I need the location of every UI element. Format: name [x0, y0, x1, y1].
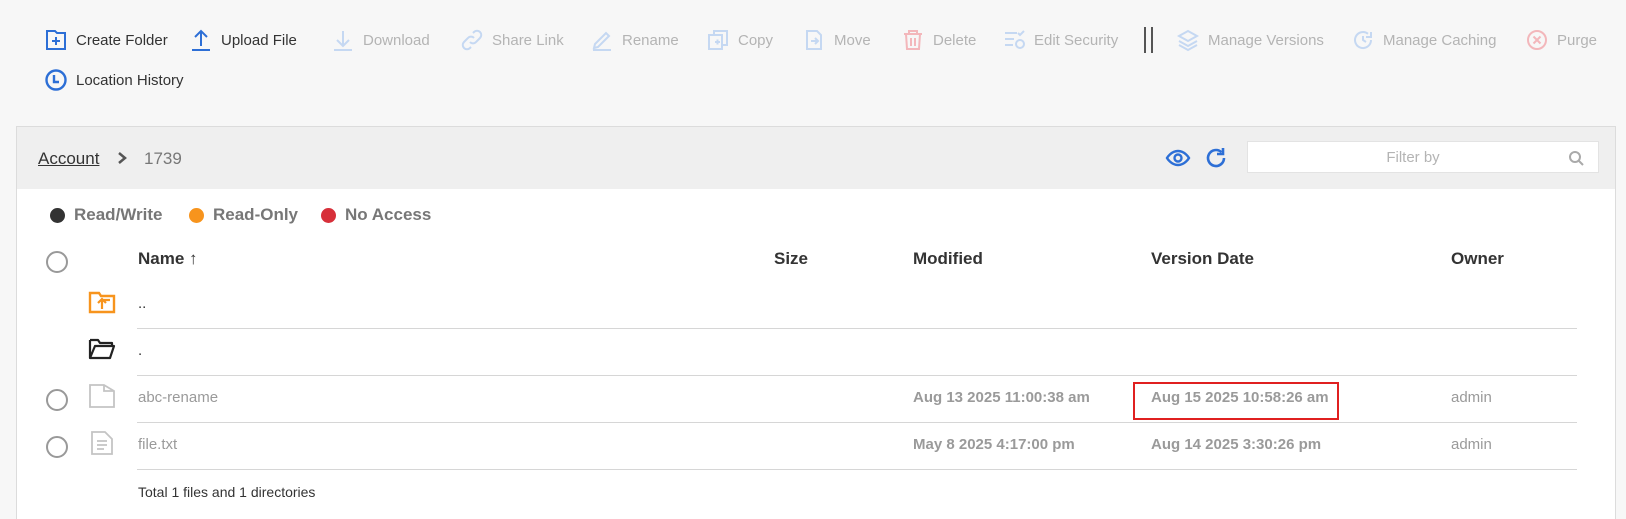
download-icon: [334, 31, 352, 51]
trash-icon: [904, 30, 922, 50]
filter-box: [1247, 141, 1599, 173]
breadcrumb-account-link[interactable]: Account: [38, 149, 99, 169]
edit-security-button[interactable]: Edit Security: [1002, 27, 1118, 53]
create-folder-icon: [46, 30, 66, 50]
no-access-label: No Access: [345, 205, 432, 224]
copy-icon: [708, 30, 728, 50]
rename-label: Rename: [622, 31, 679, 49]
edit-security-label: Edit Security: [1034, 31, 1119, 49]
folder-up-icon: [88, 291, 116, 314]
row-select-radio[interactable]: [46, 389, 68, 411]
toolbar: Create Folder Upload File Download Share…: [0, 0, 1626, 122]
column-header-size[interactable]: Size: [774, 249, 808, 269]
file-icon: [89, 384, 115, 408]
owner: admin: [1451, 436, 1492, 453]
text-file-icon: [91, 431, 113, 455]
toolbar-separator: [1144, 27, 1153, 53]
legend-read-write: Read/Write: [50, 205, 163, 225]
read-write-label: Read/Write: [74, 205, 163, 224]
modified-date: Aug 13 2025 11:00:38 am: [913, 389, 1090, 406]
column-header-name[interactable]: Name ↑: [138, 249, 198, 269]
create-folder-label: Create Folder: [76, 31, 168, 49]
upload-file-label: Upload File: [221, 31, 297, 49]
clock-icon: [45, 69, 67, 91]
refresh-icon[interactable]: [1203, 145, 1229, 171]
filter-input[interactable]: [1268, 142, 1558, 172]
version-date-highlight-box: [1133, 382, 1339, 420]
search-icon[interactable]: [1568, 150, 1584, 166]
select-all-radio[interactable]: [46, 251, 68, 273]
create-folder-button[interactable]: Create Folder: [44, 27, 168, 53]
rename-button[interactable]: Rename: [590, 27, 679, 53]
legend-read-only: Read-Only: [189, 205, 298, 225]
row-divider: [137, 469, 1577, 470]
chevron-right-icon: [118, 152, 127, 164]
read-write-dot: [50, 207, 65, 223]
delete-button[interactable]: Delete: [901, 27, 976, 53]
move-label: Move: [834, 31, 871, 49]
row-divider: [137, 375, 1577, 376]
share-link-button[interactable]: Share Link: [460, 27, 564, 53]
upload-file-button[interactable]: Upload File: [189, 27, 297, 53]
link-icon: [461, 29, 483, 51]
move-icon: [806, 30, 822, 50]
download-button[interactable]: Download: [331, 27, 430, 53]
location-history-label: Location History: [76, 71, 184, 89]
purge-button[interactable]: Purge: [1525, 27, 1597, 53]
move-button[interactable]: Move: [802, 27, 871, 53]
owner: admin: [1451, 389, 1492, 406]
file-name[interactable]: abc-rename: [138, 389, 218, 406]
file-name[interactable]: file.txt: [138, 436, 177, 453]
folder-open-icon: [88, 338, 116, 360]
row-select-radio[interactable]: [46, 436, 68, 458]
file-browser-panel: Account 1739 Read/Write Read-Only No Acc…: [16, 126, 1616, 519]
purge-icon: [1527, 30, 1547, 50]
manage-caching-label: Manage Caching: [1383, 31, 1497, 49]
upload-icon: [192, 29, 210, 51]
layers-icon: [1176, 29, 1200, 52]
no-access-dot: [321, 207, 336, 223]
share-link-label: Share Link: [492, 31, 564, 49]
column-header-modified[interactable]: Modified: [913, 249, 983, 269]
file-name[interactable]: ..: [138, 295, 146, 312]
row-divider: [137, 422, 1577, 423]
copy-label: Copy: [738, 31, 774, 49]
copy-button[interactable]: Copy: [706, 27, 773, 53]
read-only-label: Read-Only: [213, 205, 299, 224]
read-only-dot: [189, 207, 204, 223]
manage-caching-button[interactable]: Manage Caching: [1351, 27, 1496, 53]
modified-date: May 8 2025 4:17:00 pm: [913, 436, 1075, 453]
cache-icon: [1354, 31, 1373, 49]
row-divider: [137, 328, 1577, 329]
location-history-button[interactable]: Location History: [44, 67, 184, 93]
delete-label: Delete: [933, 31, 977, 49]
name-header-label: Name: [138, 249, 185, 268]
column-header-owner[interactable]: Owner: [1451, 249, 1504, 269]
manage-versions-label: Manage Versions: [1208, 31, 1324, 49]
file-name[interactable]: .: [138, 342, 142, 359]
download-label: Download: [363, 31, 430, 49]
breadcrumb: Account 1739: [17, 127, 1615, 189]
legend-no-access: No Access: [321, 205, 431, 225]
purge-label: Purge: [1557, 31, 1598, 49]
total-summary: Total 1 files and 1 directories: [138, 484, 316, 500]
breadcrumb-current: 1739: [144, 149, 182, 168]
security-icon: [1005, 30, 1025, 49]
manage-versions-button[interactable]: Manage Versions: [1176, 27, 1324, 53]
sort-ascending-icon: ↑: [189, 249, 198, 268]
column-header-version-date[interactable]: Version Date: [1151, 249, 1254, 269]
pencil-icon: [592, 31, 611, 51]
version-date: Aug 14 2025 3:30:26 pm: [1151, 436, 1322, 453]
eye-icon[interactable]: [1165, 145, 1191, 171]
